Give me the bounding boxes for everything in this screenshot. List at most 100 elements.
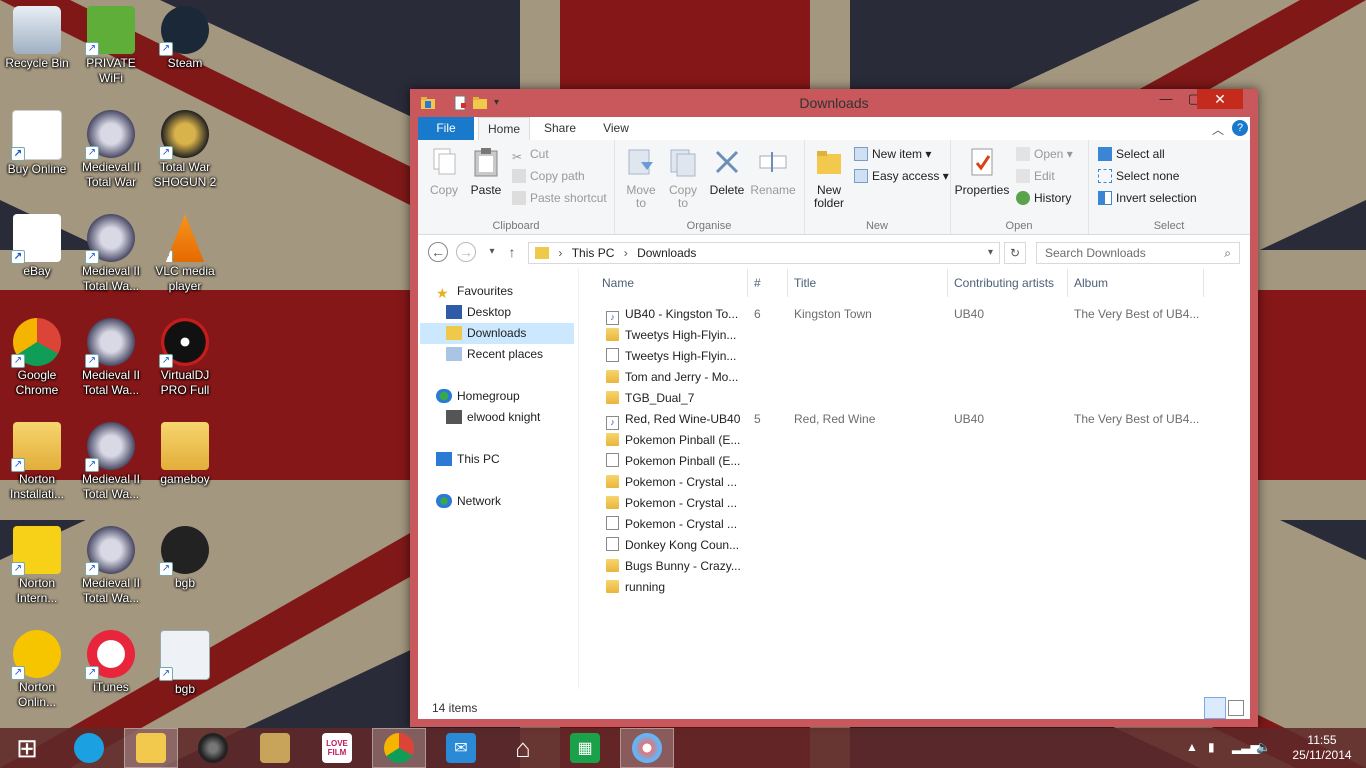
taskbar-button[interactable]: ✉ [434, 728, 488, 768]
volume-icon[interactable]: 🔈 [1256, 740, 1271, 754]
desktop-shortcut[interactable]: ↗ Norton Intern... [0, 520, 74, 620]
file-row[interactable]: Bugs Bunny - Crazy... [588, 556, 1208, 577]
desktop-shortcut[interactable]: ↗ iTunes [74, 624, 148, 724]
battery-icon[interactable]: ▮ [1208, 740, 1215, 754]
nav-this-pc[interactable]: This PC [436, 449, 500, 470]
nav-desktop[interactable]: Desktop [446, 302, 511, 323]
delete-button[interactable]: Delete [708, 146, 746, 197]
file-row[interactable]: Pokemon - Crystal ... [588, 472, 1208, 493]
title-bar[interactable]: ▾ Downloads — ▢ ✕ [410, 89, 1258, 117]
tab-file[interactable]: File [418, 117, 474, 140]
desktop-shortcut[interactable]: ↗ bgb [148, 520, 222, 620]
column-header-contributing-artists[interactable]: Contributing artists [948, 269, 1068, 297]
desktop-shortcut[interactable]: ↗ eBay [0, 208, 74, 308]
file-row[interactable]: Donkey Kong Coun... [588, 535, 1208, 556]
desktop-shortcut[interactable]: ↗ VLC media player [148, 208, 222, 308]
desktop-shortcut[interactable]: ↗ Steam [148, 0, 222, 100]
nav-user[interactable]: elwood knight [446, 407, 540, 428]
copy-to-button[interactable]: Copy to [664, 146, 702, 210]
column-header-album[interactable]: Album [1068, 269, 1204, 297]
desktop-shortcut[interactable]: ↗ Total War SHOGUN 2 [148, 104, 222, 204]
desktop-shortcut[interactable]: ↗ Medieval II Total Wa... [74, 208, 148, 308]
address-bar[interactable]: › This PC › Downloads ▾ [528, 242, 1000, 264]
nav-recent-places[interactable]: Recent places [446, 344, 543, 365]
nav-downloads[interactable]: Downloads [420, 323, 574, 344]
paste-shortcut-button[interactable]: Paste shortcut [512, 188, 607, 208]
tab-home[interactable]: Home [478, 117, 530, 141]
nav-favourites[interactable]: ★ Favourites [436, 281, 513, 302]
edit-button[interactable]: Edit [1016, 166, 1055, 186]
taskbar-button[interactable] [620, 728, 674, 768]
taskbar-button[interactable] [248, 728, 302, 768]
taskbar-button[interactable] [372, 728, 426, 768]
invert-selection-button[interactable]: Invert selection [1098, 188, 1197, 208]
rename-button[interactable]: Rename [750, 146, 796, 197]
taskbar-button[interactable] [186, 728, 240, 768]
copy-button[interactable]: Copy [426, 146, 462, 197]
show-hidden-icons-icon[interactable]: ▲ [1186, 740, 1198, 754]
column-header-title[interactable]: Title [788, 269, 948, 297]
breadcrumb-downloads[interactable]: Downloads [637, 246, 696, 260]
tab-share[interactable]: Share [534, 117, 586, 140]
desktop-shortcut[interactable]: ↗ Norton Onlin... [0, 624, 74, 724]
desktop-shortcut[interactable]: ↗ Medieval II Total Wa... [74, 312, 148, 412]
desktop-shortcut[interactable]: ↗ Medieval II Total Wa... [74, 520, 148, 620]
taskbar-button[interactable]: LOVE FILM [310, 728, 364, 768]
new-folder-button[interactable]: New folder [810, 146, 848, 210]
desktop-shortcut[interactable]: ↗ PRIVATE WiFi [74, 0, 148, 100]
file-row[interactable]: ♪ UB40 - Kingston To... 6 Kingston Town UB40… [588, 304, 1208, 325]
desktop-shortcut[interactable]: gameboy [148, 416, 222, 516]
desktop-shortcut[interactable]: ↗ Google Chrome [0, 312, 74, 412]
taskbar-button[interactable]: ⊞ [0, 728, 54, 768]
column-header-name[interactable]: Name [596, 269, 748, 297]
taskbar-button[interactable] [62, 728, 116, 768]
file-row[interactable]: Tom and Jerry - Mo... [588, 367, 1208, 388]
help-icon[interactable]: ? [1232, 120, 1248, 136]
recent-locations-icon[interactable]: ▾ [482, 242, 502, 262]
select-none-button[interactable]: Select none [1098, 166, 1179, 186]
taskbar-button[interactable]: ▦ [558, 728, 612, 768]
file-row[interactable]: Pokemon - Crystal ... [588, 493, 1208, 514]
file-row[interactable]: ♪ Red, Red Wine-UB40 5 Red, Red Wine UB40 The… [588, 409, 1208, 430]
close-button[interactable]: ✕ [1197, 89, 1243, 109]
nav-network[interactable]: Network [436, 491, 501, 512]
cut-button[interactable]: ✂ Cut [512, 144, 549, 164]
select-all-button[interactable]: Select all [1098, 144, 1165, 164]
file-row[interactable]: TGB_Dual_7 [588, 388, 1208, 409]
file-row[interactable]: running [588, 577, 1208, 598]
nav-homegroup[interactable]: Homegroup [436, 386, 520, 407]
refresh-icon[interactable]: ↻ [1004, 242, 1026, 264]
file-row[interactable]: Pokemon Pinball (E... [588, 451, 1208, 472]
desktop-shortcut[interactable]: ↗ Buy Online [0, 104, 74, 204]
forward-arrow-icon[interactable]: → [456, 242, 476, 262]
file-row[interactable]: Pokemon - Crystal ... [588, 514, 1208, 535]
minimize-button[interactable]: — [1152, 89, 1180, 109]
column-header-number[interactable]: # [748, 269, 788, 297]
open-button[interactable]: Open ▾ [1016, 144, 1073, 164]
breadcrumb-this-pc[interactable]: This PC [572, 246, 615, 260]
taskbar-button[interactable] [124, 728, 178, 768]
paste-button[interactable]: Paste [468, 146, 504, 197]
taskbar-button[interactable]: ⌂ [496, 728, 550, 768]
file-row[interactable]: Tweetys High-Flyin... [588, 325, 1208, 346]
desktop-shortcut[interactable]: ↗ Norton Installati... [0, 416, 74, 516]
desktop-shortcut[interactable]: ↗ Medieval II Total War [74, 104, 148, 204]
large-icons-view-icon[interactable] [1228, 700, 1244, 716]
desktop-shortcut[interactable]: ↗ VirtualDJ PRO Full [148, 312, 222, 412]
explorer-window[interactable]: ▾ Downloads — ▢ ✕ File Home Share View ︿… [410, 89, 1258, 727]
new-item-button[interactable]: New item ▾ [854, 144, 931, 164]
move-to-button[interactable]: Move to [622, 146, 660, 210]
easy-access-button[interactable]: Easy access ▾ [854, 166, 949, 186]
file-row[interactable]: Tweetys High-Flyin... [588, 346, 1208, 367]
clock[interactable]: 11:55 25/11/2014 [1282, 733, 1362, 763]
desktop-shortcut[interactable]: ↗ bgb [148, 624, 222, 724]
address-dropdown-icon[interactable]: ▾ [988, 243, 993, 263]
details-view-icon[interactable] [1204, 697, 1226, 719]
file-row[interactable]: Pokemon Pinball (E... [588, 430, 1208, 451]
back-arrow-icon[interactable]: ← [428, 242, 448, 262]
search-input[interactable]: Search Downloads ⌕ [1036, 242, 1240, 264]
up-arrow-icon[interactable]: ↑ [502, 242, 522, 262]
collapse-ribbon-icon[interactable]: ︿ [1212, 121, 1224, 138]
copy-path-button[interactable]: Copy path [512, 166, 585, 186]
properties-button[interactable]: Properties [954, 146, 1010, 197]
